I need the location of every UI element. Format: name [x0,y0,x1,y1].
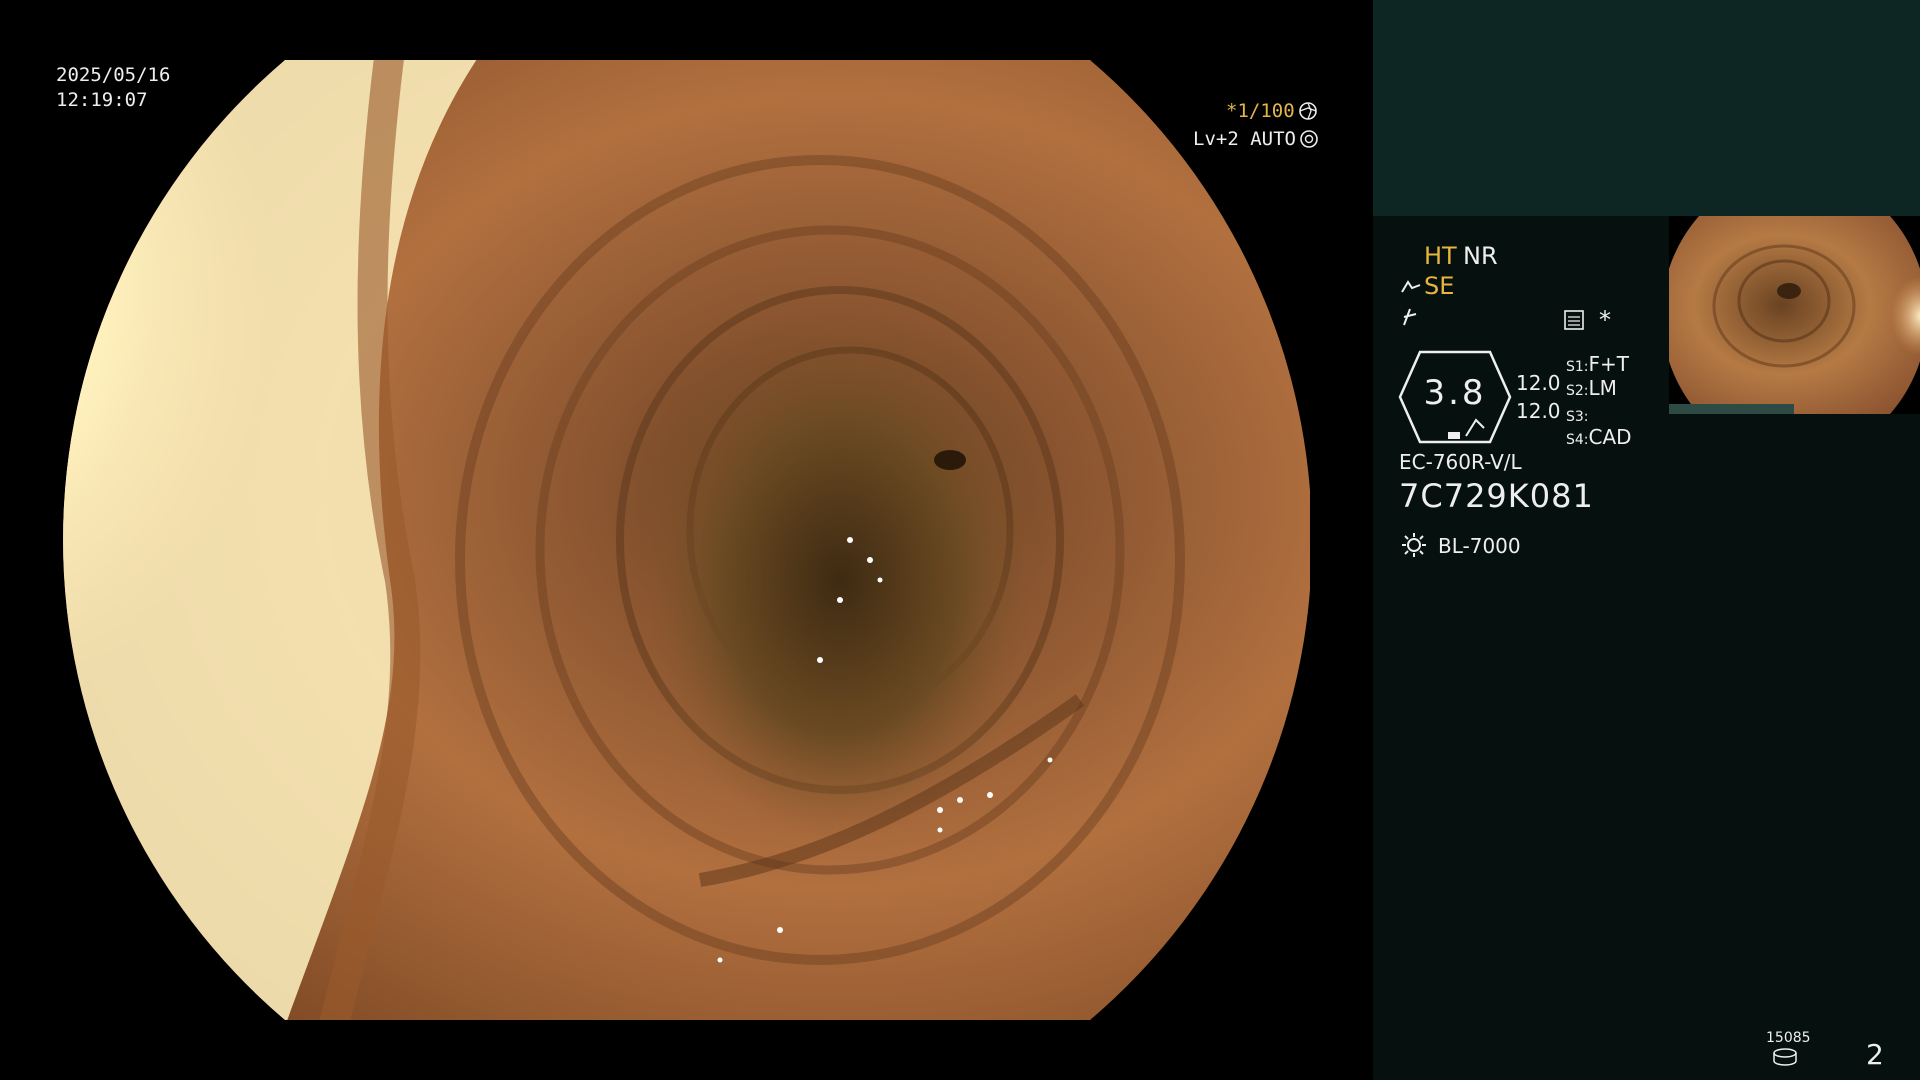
info-panel-header [1373,0,1920,216]
capture-thumbnail[interactable] [1669,216,1920,414]
scope-model: EC-760R-V/L [1399,450,1522,474]
s4-label: S4: [1566,432,1589,448]
osd-shutter: *1/100 [1226,100,1318,122]
star-indicator: * [1599,306,1611,334]
osd-level-value: Lv+2 AUTO [1193,128,1296,150]
nr-indicator: NR [1463,242,1498,270]
s1-row: S1:F+T [1566,352,1629,376]
s2-label: S2: [1566,383,1589,399]
s2-row: S2:LM [1566,376,1617,400]
s2-value: LM [1588,376,1617,400]
s4-value: CAD [1588,425,1632,449]
light-source-model: BL-7000 [1438,534,1521,558]
scope-angle-icon [1401,280,1421,293]
s1-label: S1: [1566,359,1589,375]
s3-row: S3: [1566,402,1589,426]
osd-level: Lv+2 AUTO [1193,128,1319,150]
s1-value: F+T [1588,352,1629,376]
page-number: 2 [1866,1038,1884,1071]
value-2: 12.0 [1516,399,1561,423]
osd-time: 12:19:07 [56,89,148,111]
light-source-icon [1402,533,1426,557]
value-1: 12.0 [1516,371,1561,395]
ht-indicator: HT [1424,242,1457,270]
s3-label: S3: [1566,409,1589,425]
scope-serial: 7C729K081 [1399,477,1594,515]
endoscope-image [63,60,1310,1020]
osd-shutter-value: *1/100 [1226,100,1295,122]
media-counter: 15085 [1766,1030,1811,1046]
structure-enhance-icon [1403,308,1417,326]
auto-iris-icon [1300,130,1318,148]
se-indicator: SE [1424,272,1455,300]
record-icon [1564,310,1584,330]
shutter-mode-icon [1298,102,1317,120]
zoom-value: 3.8 [1423,373,1487,413]
s4-row: S4:CAD [1566,425,1632,449]
media-counter-icon [1773,1048,1797,1066]
osd-date: 2025/05/16 [56,64,171,86]
thumbnail-caption-bar [1669,404,1794,414]
